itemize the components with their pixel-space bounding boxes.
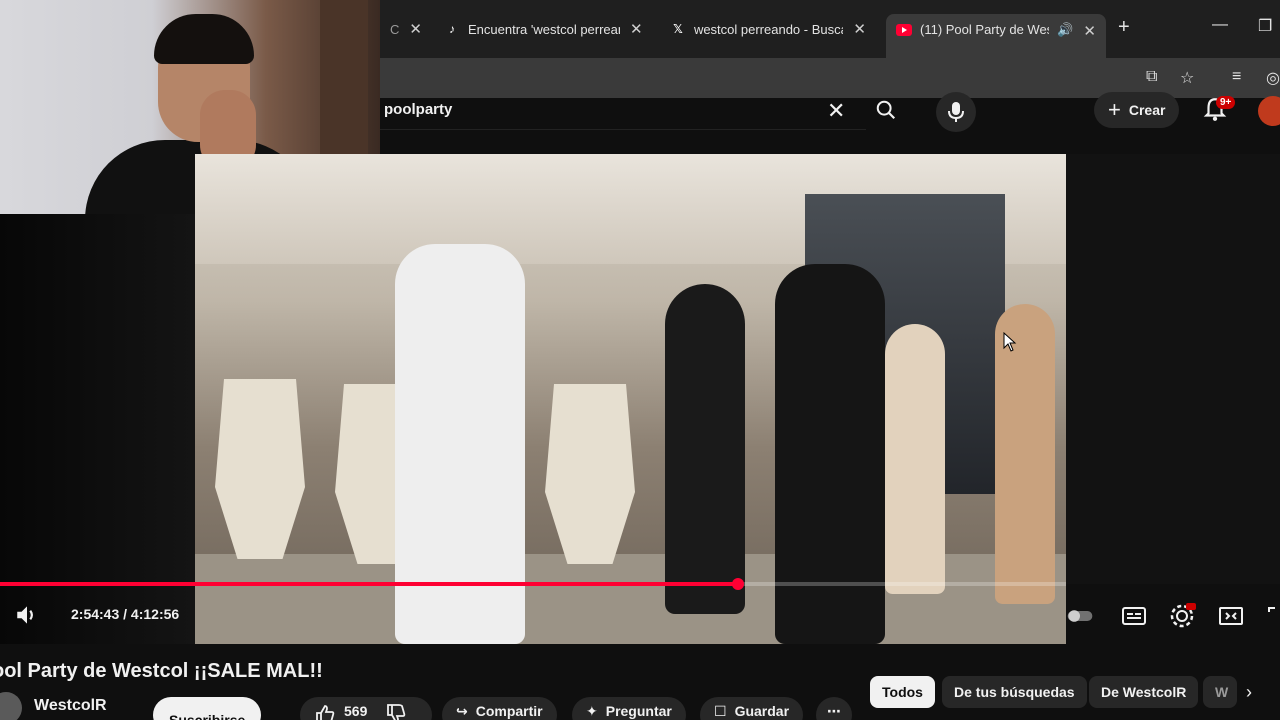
bookmark-star-icon[interactable]: ☆	[1180, 68, 1194, 88]
close-icon[interactable]: ✕	[1083, 22, 1096, 40]
notification-count-badge: 9+	[1216, 96, 1236, 109]
screen: C ✕ ♪ Encuentra 'westcol perreando ✕ 𝕏 w…	[0, 0, 1280, 720]
scene-person-black	[775, 264, 885, 644]
voice-search-button[interactable]	[936, 92, 976, 132]
account-avatar[interactable]	[1258, 96, 1280, 126]
tab-label: C	[390, 21, 400, 37]
progress-scrubber[interactable]	[731, 578, 744, 590]
scene-person-black	[665, 284, 745, 614]
save-button[interactable]: ☐ Guardar	[700, 697, 804, 720]
profile-icon[interactable]: ◎	[1266, 68, 1280, 88]
volume-icon[interactable]	[14, 602, 40, 628]
fullscreen-icon[interactable]	[1266, 602, 1280, 630]
streamer-hair	[154, 14, 254, 64]
channel-avatar[interactable]	[0, 692, 22, 720]
progress-bar[interactable]	[0, 578, 1066, 590]
x-icon: 𝕏	[673, 22, 683, 36]
ask-label: Preguntar	[605, 703, 672, 719]
share-label: Compartir	[475, 703, 543, 719]
tab-youtube[interactable]: (11) Pool Party de Westco 🔊 ✕	[886, 14, 1106, 58]
install-app-icon[interactable]: ⧉	[1146, 68, 1157, 86]
plus-icon: +	[1108, 97, 1121, 122]
create-button[interactable]: + Crear	[1094, 92, 1180, 128]
video-title: ool Party de Westcol ¡¡SALE MAL!!	[0, 660, 323, 682]
share-button[interactable]: ↪ Compartir	[442, 697, 557, 720]
subtitles-icon[interactable]	[1120, 602, 1148, 630]
subscribe-button[interactable]: Suscribirse	[153, 697, 262, 720]
mouse-cursor-icon	[1003, 332, 1017, 352]
like-button[interactable]: 569	[314, 703, 367, 720]
speaker-icon[interactable]: 🔊	[1057, 22, 1073, 38]
close-icon[interactable]: ✕	[409, 20, 422, 38]
tab-x[interactable]: 𝕏 westcol perreando - Buscar / ✕	[660, 14, 876, 44]
new-tab-button[interactable]: +	[1118, 16, 1130, 39]
tab-label: Encuentra 'westcol perreando	[468, 21, 620, 37]
thumbs-up-icon	[316, 705, 335, 720]
search-icon[interactable]	[875, 98, 897, 122]
tab-label: (11) Pool Party de Westco	[920, 22, 1049, 37]
progress-played	[0, 582, 738, 586]
clear-search-icon[interactable]: ✕	[827, 98, 845, 124]
close-icon[interactable]: ✕	[630, 20, 643, 38]
browser-tab-strip: C ✕ ♪ Encuentra 'westcol perreando ✕ 𝕏 w…	[380, 0, 1280, 58]
scene-chair	[545, 384, 635, 564]
sparkle-icon: ✦	[586, 703, 598, 719]
autoplay-toggle-icon[interactable]	[1066, 602, 1094, 630]
search-input[interactable]: poolparty ✕	[380, 98, 866, 130]
settings-gear-icon[interactable]	[1168, 602, 1196, 630]
search-query: poolparty	[384, 101, 453, 118]
tab-partial[interactable]: C ✕	[380, 14, 432, 44]
ask-button[interactable]: ✦ Preguntar	[572, 697, 686, 720]
scene-chair	[215, 379, 305, 559]
thumbs-down-icon	[387, 704, 406, 720]
minimize-button[interactable]: —	[1212, 16, 1228, 34]
tiktok-icon: ♪	[449, 22, 455, 36]
save-icon: ☐	[714, 703, 727, 719]
video-frame[interactable]	[195, 154, 1066, 644]
tab-tiktok[interactable]: ♪ Encuentra 'westcol perreando ✕	[434, 14, 654, 44]
tab-label: westcol perreando - Buscar /	[693, 21, 844, 37]
create-label: Crear	[1128, 102, 1166, 118]
player-left-shade	[0, 214, 195, 644]
chip-all[interactable]: Todos	[870, 676, 935, 708]
chevron-right-icon[interactable]: ›	[1246, 682, 1252, 703]
save-label: Guardar	[734, 703, 790, 719]
scene-person	[885, 324, 945, 594]
microphone-icon	[948, 102, 964, 122]
channel-name[interactable]: WestcolR	[34, 697, 107, 715]
more-actions-button[interactable]: ⋯	[816, 697, 852, 720]
chip-from-searches[interactable]: De tus búsquedas	[942, 676, 1087, 708]
player-controls: 2:54:43 / 4:12:56	[0, 596, 1280, 636]
like-count: 569	[344, 703, 368, 719]
more-icon: ⋯	[827, 703, 841, 719]
reading-list-icon[interactable]: ≡	[1232, 68, 1241, 86]
chip-from-channel[interactable]: De WestcolR	[1089, 676, 1199, 708]
youtube-icon	[896, 22, 912, 38]
player-right-area	[1066, 154, 1280, 584]
close-icon[interactable]: ✕	[853, 20, 866, 38]
time-display: 2:54:43 / 4:12:56	[71, 606, 180, 622]
share-icon: ↪	[456, 703, 468, 719]
dislike-button[interactable]	[385, 703, 407, 720]
youtube-header: poolparty ✕ + Crear 9+	[380, 92, 1280, 154]
chip-partial[interactable]: W	[1203, 676, 1237, 708]
theater-mode-icon[interactable]	[1217, 602, 1245, 630]
like-dislike-pill: 569	[300, 697, 432, 720]
restore-button[interactable]: ❐	[1258, 16, 1272, 36]
